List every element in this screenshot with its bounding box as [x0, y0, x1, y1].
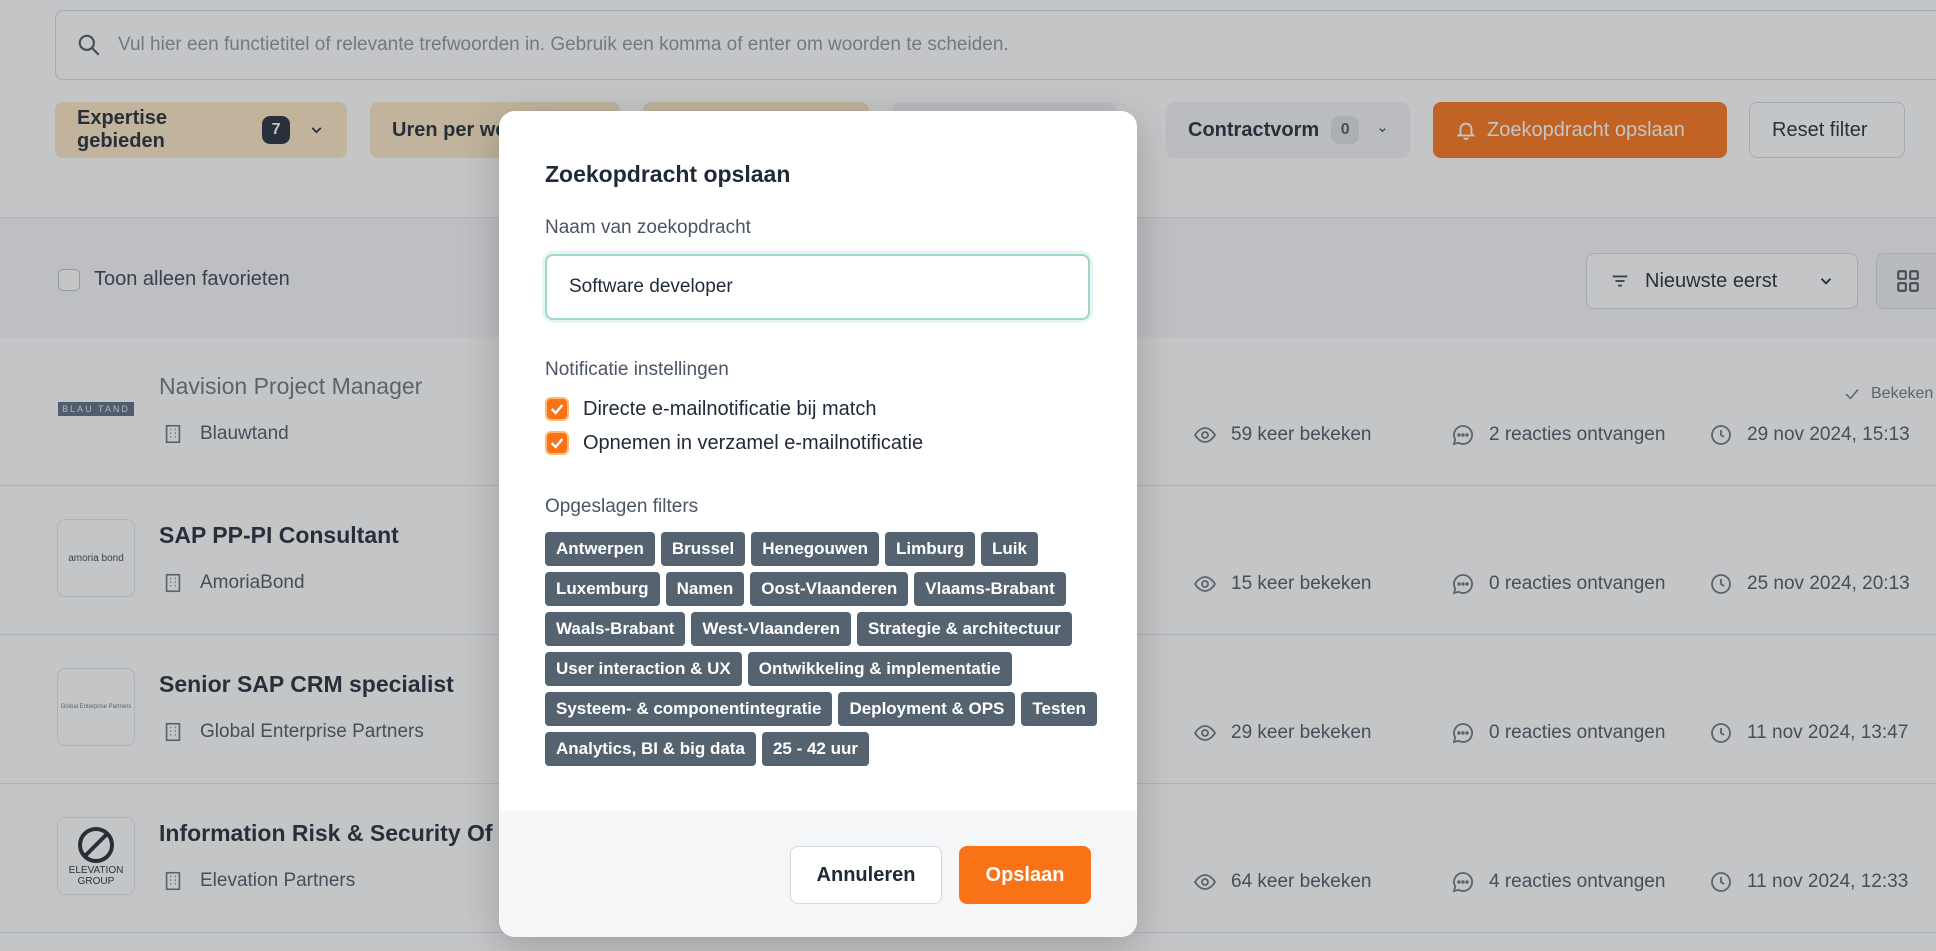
filter-tag: Ontwikkeling & implementatie [747, 652, 1012, 686]
filter-tag: Strategie & architectuur [857, 612, 1072, 646]
filter-tag: Systeem- & componentintegratie [545, 692, 833, 726]
notification-settings-label: Notificatie instellingen [545, 359, 729, 380]
dialog-footer: Annuleren Opslaan [499, 811, 1137, 937]
direct-notification-option[interactable]: Directe e-mailnotificatie bij match [545, 397, 876, 421]
tag-line: Analytics, BI & big data 25 - 42 uur [545, 732, 1105, 766]
save-button[interactable]: Opslaan [959, 846, 1091, 904]
tag-line: Antwerpen Brussel Henegouwen Limburg Lui… [545, 532, 1105, 566]
filter-tag: Analytics, BI & big data [545, 732, 756, 766]
tag-line: Systeem- & componentintegratie Deploymen… [545, 692, 1105, 726]
filter-tag: Antwerpen [545, 532, 655, 566]
check-icon [550, 438, 564, 449]
save-search-dialog: Zoekopdracht opslaan Naam van zoekopdrac… [499, 111, 1137, 937]
direct-notification-label: Directe e-mailnotificatie bij match [583, 397, 877, 420]
filter-tag: 25 - 42 uur [761, 732, 869, 766]
digest-notification-label: Opnemen in verzamel e-mailnotificatie [583, 431, 924, 454]
cancel-button[interactable]: Annuleren [790, 846, 942, 904]
digest-notification-checkbox[interactable] [545, 431, 569, 455]
filter-tag: West-Vlaanderen [691, 612, 852, 646]
filter-tag: Namen [665, 572, 745, 606]
search-name-input[interactable] [545, 254, 1090, 320]
tag-line: Waals-Brabant West-Vlaanderen Strategie … [545, 612, 1105, 646]
saved-filter-tags: Antwerpen Brussel Henegouwen Limburg Lui… [545, 532, 1105, 772]
filter-tag: Brussel [660, 532, 746, 566]
filter-tag: Waals-Brabant [545, 612, 686, 646]
filter-tag: Limburg [885, 532, 976, 566]
digest-notification-option[interactable]: Opnemen in verzamel e-mailnotificatie [545, 431, 923, 455]
tag-line: User interaction & UX Ontwikkeling & imp… [545, 652, 1105, 686]
filter-tag: Testen [1021, 692, 1097, 726]
direct-notification-checkbox[interactable] [545, 397, 569, 421]
filter-tag: Deployment & OPS [838, 692, 1016, 726]
tag-line: Luxemburg Namen Oost-Vlaanderen Vlaams-B… [545, 572, 1105, 606]
check-icon [550, 404, 564, 415]
filter-tag: Henegouwen [751, 532, 880, 566]
filter-tag: Vlaams-Brabant [914, 572, 1066, 606]
name-field-label: Naam van zoekopdracht [545, 217, 751, 238]
dialog-title: Zoekopdracht opslaan [545, 161, 791, 187]
filter-tag: Oost-Vlaanderen [750, 572, 909, 606]
filter-tag: Luik [981, 532, 1038, 566]
filter-tag: User interaction & UX [545, 652, 742, 686]
filter-tag: Luxemburg [545, 572, 660, 606]
saved-filters-label: Opgeslagen filters [545, 496, 699, 517]
